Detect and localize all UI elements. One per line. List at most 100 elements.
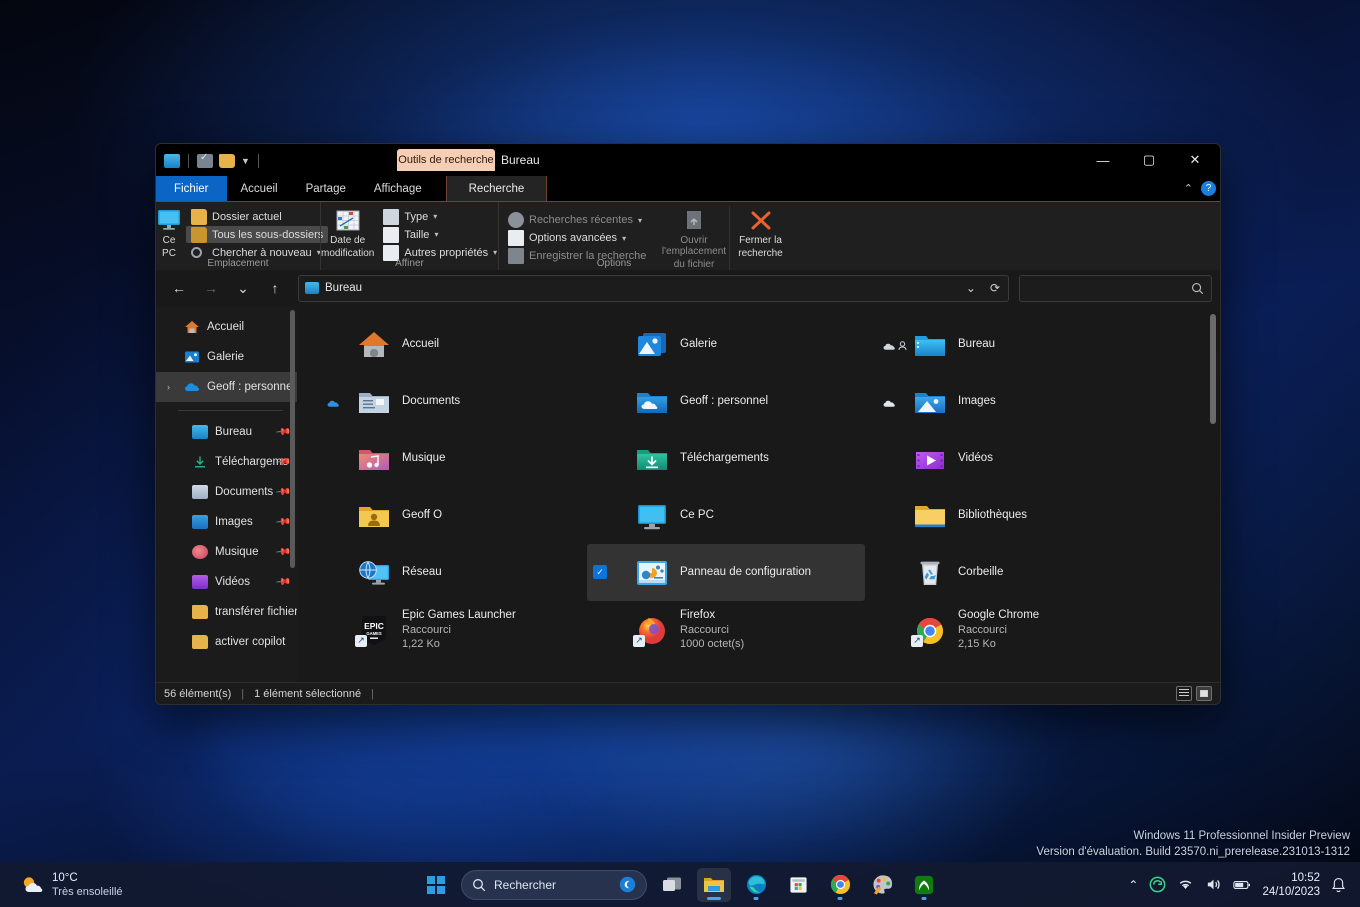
- date-modification-button[interactable]: Date de modification: [321, 206, 374, 263]
- selection-checkbox[interactable]: ✓: [593, 565, 607, 579]
- dossier-actuel-button[interactable]: Dossier actuel: [186, 208, 328, 225]
- xbox-icon: [914, 875, 934, 894]
- sidebar-item-galerie[interactable]: Galerie: [156, 342, 297, 372]
- onedrive-sync-icon[interactable]: [1149, 876, 1166, 893]
- file-tile-musique[interactable]: Musique: [309, 430, 587, 487]
- search-box[interactable]: [1019, 274, 1212, 302]
- pin-icon[interactable]: 📌: [274, 514, 291, 530]
- sidebar-item-musique[interactable]: Musique 📌: [156, 537, 297, 567]
- file-tile-galerie[interactable]: Galerie: [587, 316, 865, 373]
- start-button[interactable]: [419, 868, 453, 902]
- contextual-tab-header: Outils de recherche: [397, 149, 495, 171]
- up-button[interactable]: ↑: [260, 274, 290, 302]
- pin-icon[interactable]: 📌: [274, 544, 291, 560]
- tous-sous-dossiers-button[interactable]: Tous les sous-dossiers: [186, 226, 329, 243]
- chevron-down-icon[interactable]: ▾: [433, 212, 437, 221]
- maximize-button[interactable]: ▢: [1126, 144, 1172, 176]
- file-tile-bibliotheques[interactable]: Bibliothèques: [865, 487, 1143, 544]
- task-view-button[interactable]: [655, 868, 689, 902]
- bell-icon[interactable]: [1331, 877, 1346, 893]
- file-tile-ce-pc[interactable]: Ce PC: [587, 487, 865, 544]
- chevron-down-icon[interactable]: ▾: [622, 234, 626, 243]
- taskbar-search-box[interactable]: Rechercher: [461, 869, 647, 900]
- pin-icon[interactable]: 📌: [274, 484, 291, 500]
- help-icon[interactable]: ?: [1201, 181, 1216, 196]
- file-tile-telechargements[interactable]: Téléchargements: [587, 430, 865, 487]
- file-tile-google-chrome[interactable]: ↗ Google Chrome Raccourci 2,15 Ko: [865, 601, 1143, 658]
- edge-button[interactable]: [739, 868, 773, 902]
- sidebar-item-images[interactable]: Images 📌: [156, 507, 297, 537]
- sidebar-item-transferer-fichier[interactable]: transférer fichier: [156, 597, 297, 627]
- recherches-recentes-button[interactable]: Recherches récentes ▾: [503, 212, 655, 229]
- battery-icon[interactable]: [1233, 878, 1251, 892]
- address-bar[interactable]: Bureau ⌄ ⟳: [298, 274, 1009, 302]
- xbox-button[interactable]: [907, 868, 941, 902]
- navpane-scrollbar[interactable]: [290, 310, 295, 568]
- file-tile-documents[interactable]: Documents: [309, 373, 587, 430]
- qat-dropdown-icon[interactable]: ▼: [241, 154, 250, 168]
- tiles-view-button[interactable]: [1196, 686, 1212, 701]
- tray-chevron-icon[interactable]: ⌃: [1128, 878, 1138, 892]
- file-tile-geoff-personnel[interactable]: Geoff : personnel: [587, 373, 865, 430]
- sidebar-item-telechargements[interactable]: Téléchargeme 📌: [156, 447, 297, 477]
- file-list-scrollbar[interactable]: [1210, 314, 1216, 424]
- chevron-down-icon[interactable]: ▾: [493, 248, 497, 257]
- file-tile-corbeille[interactable]: Corbeille: [865, 544, 1143, 601]
- tab-accueil[interactable]: Accueil: [227, 176, 292, 201]
- chrome-button[interactable]: [823, 868, 857, 902]
- sidebar-item-accueil[interactable]: Accueil: [156, 312, 297, 342]
- wifi-icon[interactable]: [1177, 877, 1194, 892]
- sidebar-item-videos[interactable]: Vidéos 📌: [156, 567, 297, 597]
- taille-button[interactable]: Taille ▾: [378, 226, 502, 243]
- options-avancees-button[interactable]: Options avancées ▾: [503, 230, 655, 247]
- file-tile-epic-games-launcher[interactable]: EPIC GAMES ↗ Epic Games Launcher Raccour…: [309, 601, 587, 658]
- tab-affichage[interactable]: Affichage: [360, 176, 436, 201]
- sidebar-item-bureau[interactable]: Bureau 📌: [156, 417, 297, 447]
- file-tile-panneau-de-configuration[interactable]: ✓ Panneau de configuration: [587, 544, 865, 601]
- weather-widget[interactable]: 10°C Très ensoleillé: [0, 871, 123, 899]
- back-button[interactable]: ←: [164, 274, 194, 302]
- search-icon[interactable]: [1191, 282, 1204, 295]
- sidebar-item-documents[interactable]: Documents 📌: [156, 477, 297, 507]
- navigation-bar: ← → ⌄ ↑ Bureau ⌄ ⟳: [156, 270, 1220, 306]
- file-tile-reseau[interactable]: Réseau: [309, 544, 587, 601]
- file-tile-images[interactable]: Images: [865, 373, 1143, 430]
- pin-icon[interactable]: 📌: [274, 574, 291, 590]
- volume-icon[interactable]: [1205, 877, 1222, 892]
- pin-icon[interactable]: 📌: [274, 424, 291, 440]
- sidebar-item-activer-copilot[interactable]: activer copilot: [156, 627, 297, 657]
- file-explorer-button[interactable]: [697, 867, 731, 902]
- ce-pc-button[interactable]: Ce PC: [156, 206, 182, 263]
- tab-fichier[interactable]: Fichier: [156, 176, 227, 201]
- file-tile-firefox[interactable]: ↗ Firefox Raccourci 1000 octet(s): [587, 601, 865, 658]
- chevron-down-icon[interactable]: ▾: [434, 230, 438, 239]
- file-tile-geoff-o[interactable]: Geoff O: [309, 487, 587, 544]
- file-tile-accueil[interactable]: Accueil: [309, 316, 587, 373]
- list-view-button[interactable]: [1176, 686, 1192, 701]
- file-tile-bureau[interactable]: Bureau: [865, 316, 1143, 373]
- tab-recherche[interactable]: Recherche: [445, 176, 548, 201]
- recent-locations-button[interactable]: ⌄: [228, 274, 258, 302]
- refresh-icon[interactable]: ⟳: [990, 281, 1000, 295]
- copilot-icon[interactable]: [619, 876, 636, 893]
- fermer-recherche-button[interactable]: Fermer la recherche: [729, 206, 791, 270]
- properties-icon[interactable]: [197, 152, 213, 168]
- close-button[interactable]: ✕: [1172, 144, 1218, 176]
- search-input[interactable]: [1027, 282, 1191, 294]
- minimize-button[interactable]: —: [1080, 144, 1126, 176]
- collapse-ribbon-icon[interactable]: ⌃: [1184, 182, 1193, 195]
- chevron-down-icon[interactable]: ▾: [638, 216, 642, 225]
- clock[interactable]: 10:52 24/10/2023: [1262, 871, 1320, 899]
- sidebar-item-geoff-personnel[interactable]: › Geoff : personnel: [156, 372, 297, 402]
- user-folder-icon: [359, 506, 389, 527]
- forward-button[interactable]: →: [196, 274, 226, 302]
- paint-button[interactable]: [865, 868, 899, 902]
- tab-partage[interactable]: Partage: [292, 176, 360, 201]
- new-folder-icon[interactable]: [219, 153, 235, 168]
- thispc-icon[interactable]: [164, 153, 180, 168]
- microsoft-store-button[interactable]: [781, 868, 815, 902]
- chevron-right-icon[interactable]: ›: [167, 382, 170, 392]
- file-tile-videos[interactable]: Vidéos: [865, 430, 1143, 487]
- type-button[interactable]: Type ▾: [378, 208, 502, 225]
- address-dropdown-icon[interactable]: ⌄: [966, 281, 976, 295]
